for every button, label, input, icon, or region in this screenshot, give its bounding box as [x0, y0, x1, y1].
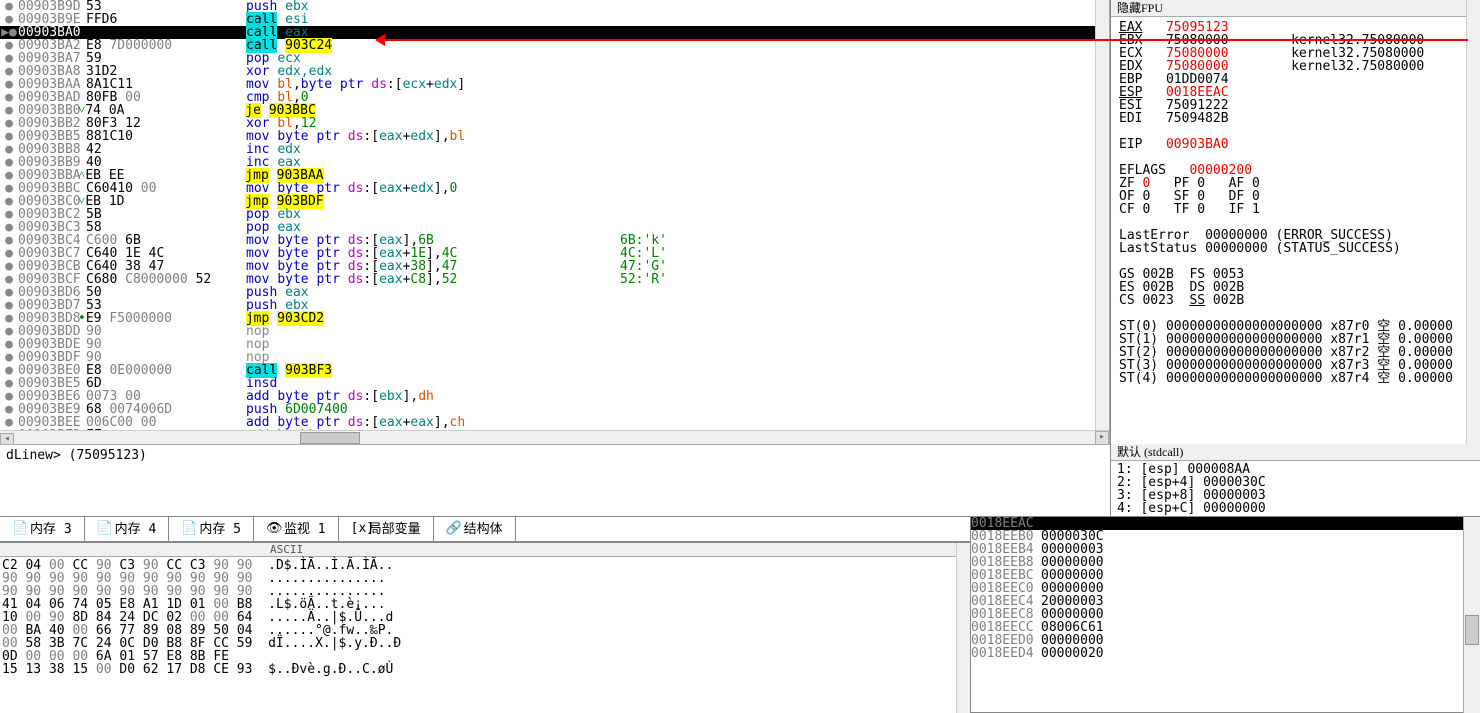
disasm-row[interactable]: ●00903BC0˅ EB 1Djmp 903BDF	[0, 195, 1109, 208]
disasm-row[interactable]: ●00903BC2 5Bpop ebx	[0, 208, 1109, 221]
disasm-row[interactable]: ●00903BC7 C640 1E 4Cmov byte ptr ds:[eax…	[0, 247, 1109, 260]
disasm-row[interactable]: ●00903BE0 E8 0E000000call 903BF3	[0, 364, 1109, 377]
disasm-row[interactable]: ●00903BAA 8A1C11mov bl,byte ptr ds:[ecx+…	[0, 78, 1109, 91]
tab-内存 4[interactable]: 📄 内存 4	[85, 517, 170, 541]
scroll-thumb[interactable]	[300, 432, 360, 444]
disasm-row[interactable]: ●00903BD8• E9 F5000000jmp 903CD2	[0, 312, 1109, 325]
tab-label: 结构体	[464, 523, 503, 536]
tab-局部变量[interactable]: [x] 局部变量	[339, 517, 434, 541]
eip-arrow	[378, 39, 1468, 41]
bottom-tabs[interactable]: 📄 内存 3 📄 内存 4 📄 内存 5 👁 监视 1 [x] 局部变量 🔗 结构体	[0, 516, 970, 542]
disasm-row[interactable]: ●00903BC3 58pop eax	[0, 221, 1109, 234]
tab-label: 内存 3	[30, 523, 72, 536]
info-line: dLinew> (75095123)	[0, 444, 1110, 516]
disasm-row[interactable]: ●00903BA8 31D2xor edx,edx	[0, 65, 1109, 78]
callconv-panel[interactable]: 默认 (stdcall) 1: [esp] 000008AA2: [esp+4]…	[1110, 444, 1480, 516]
disasm-row[interactable]: ●00903BAD 80FB 00cmp bl,0	[0, 91, 1109, 104]
register-line[interactable]: LastStatus 00000000 (STATUS_SUCCESS)	[1119, 242, 1472, 255]
disasm-row[interactable]: ●00903B9E FFD6call esi	[0, 13, 1109, 26]
registers-header[interactable]: 隐藏FPU	[1111, 0, 1480, 17]
register-line[interactable]: CF 0 TF 0 IF 1	[1119, 203, 1472, 216]
disasm-row[interactable]: ●00903BB8 42inc edx	[0, 143, 1109, 156]
stack-scroll-thumb[interactable]	[1465, 615, 1479, 645]
memory-dump-panel[interactable]: ASCII C2 04 00 CC 90 C3 90 CC C3 90 90 .…	[0, 542, 970, 713]
tab-内存 3[interactable]: 📄 内存 3	[0, 517, 85, 541]
disasm-row[interactable]: ●00903BA7 59pop ecx	[0, 52, 1109, 65]
stack-panel[interactable]: 0018EEAC 000008AA0018EEB0 0000030C0018EE…	[970, 516, 1463, 713]
disasm-row[interactable]: ●00903BB9 40inc eax	[0, 156, 1109, 169]
disasm-row[interactable]: ●00903BB5 881C10mov byte ptr ds:[eax+edx…	[0, 130, 1109, 143]
registers-body[interactable]: EAX 75095123 EBX 75080000 kernel32.75080…	[1111, 17, 1480, 389]
callconv-body: 1: [esp] 000008AA2: [esp+4] 0000030C3: […	[1111, 461, 1480, 517]
disasm-row[interactable]: ●00903BD6 50push eax	[0, 286, 1109, 299]
tab-icon: 📄	[97, 522, 111, 536]
dump-scrollbar[interactable]	[956, 543, 970, 713]
disasm-row[interactable]: ●00903BB2 80F3 12xor bl,12	[0, 117, 1109, 130]
register-line[interactable]: CS 0023 SS 002B	[1119, 294, 1472, 307]
tab-内存 5[interactable]: 📄 内存 5	[169, 517, 254, 541]
stack-row[interactable]: 0018EED4 00000020	[971, 647, 1463, 660]
tab-监视 1[interactable]: 👁 监视 1	[254, 517, 339, 541]
disasm-row[interactable]: ●00903BDD 90nop	[0, 325, 1109, 338]
disasm-row[interactable]: ●00903BDE 90nop	[0, 338, 1109, 351]
tab-icon: 🔗	[446, 522, 460, 536]
regs-scrollbar[interactable]	[1466, 0, 1480, 444]
scroll-right-button[interactable]: ▸	[1095, 431, 1109, 445]
disassembly-panel[interactable]: ●00903B9D 53push ebx●00903B9E FFD6call e…	[0, 0, 1110, 444]
tab-icon: 👁	[266, 522, 280, 536]
dump-rows[interactable]: C2 04 00 CC 90 C3 90 CC C3 90 90 .D$.ÌÃ.…	[0, 557, 970, 678]
register-line[interactable]: EIP 00903BA0	[1119, 138, 1472, 151]
disasm-row[interactable]: ●00903BE9 68 0074006Dpush 6D007400	[0, 403, 1109, 416]
tab-label: 内存 5	[199, 523, 241, 536]
callconv-line: 4: [esp+C] 00000000	[1117, 502, 1474, 515]
disasm-row[interactable]: ●00903BBA˄ EB EEjmp 903BAA	[0, 169, 1109, 182]
tab-icon: 📄	[181, 522, 195, 536]
tab-icon: [x]	[351, 522, 365, 536]
disasm-row[interactable]: ●00903BC4 C600 6Bmov byte ptr ds:[eax],6…	[0, 234, 1109, 247]
disasm-row[interactable]: ●00903BCF C680 C8000000 52mov byte ptr d…	[0, 273, 1109, 286]
disasm-row[interactable]: ●00903B9D 53push ebx	[0, 0, 1109, 13]
dump-row[interactable]: 15 13 38 15 00 D0 62 17 D8 CE 93 $..Ðvè.…	[2, 663, 968, 676]
tab-label: 监视 1	[284, 523, 326, 536]
tab-label: 内存 4	[115, 523, 157, 536]
tab-结构体[interactable]: 🔗 结构体	[434, 517, 516, 541]
register-line[interactable]: ST(4) 00000000000000000000 x87r4 空 0.000…	[1119, 372, 1472, 385]
horizontal-scrollbar[interactable]: ◂ ▸	[0, 430, 1109, 444]
tab-label: 局部变量	[369, 523, 421, 536]
disasm-row[interactable]: ●00903BB0˅ 74 0Aje 903BBC	[0, 104, 1109, 117]
tab-icon: 📄	[12, 522, 26, 536]
vertical-scrollbar[interactable]	[1095, 0, 1109, 430]
stack-scrollbar[interactable]	[1463, 516, 1480, 713]
registers-panel[interactable]: 隐藏FPU EAX 75095123 EBX 75080000 kernel32…	[1110, 0, 1480, 444]
disasm-row[interactable]: ●00903BEE 006C00 00add byte ptr ds:[eax+…	[0, 416, 1109, 429]
register-line[interactable]: EDI 7509482B	[1119, 112, 1472, 125]
disasm-row[interactable]: ●00903BBC C60410 00mov byte ptr ds:[eax+…	[0, 182, 1109, 195]
callconv-header[interactable]: 默认 (stdcall)	[1111, 444, 1480, 461]
disasm-row[interactable]: ●00903BE5 6Dinsd	[0, 377, 1109, 390]
dump-ascii-header: ASCII	[0, 543, 970, 557]
